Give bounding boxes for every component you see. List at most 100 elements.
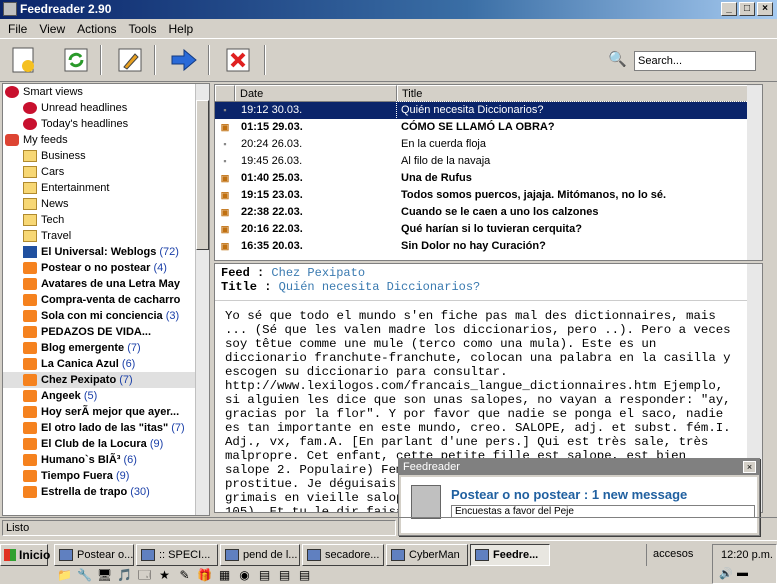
- tree-item[interactable]: News: [3, 196, 209, 212]
- refresh-button[interactable]: [58, 43, 94, 77]
- delete-icon: [226, 48, 250, 72]
- tree-item-label: Tech: [41, 214, 65, 226]
- window-icon[interactable]: 🗔: [136, 568, 153, 582]
- menu-file[interactable]: File: [2, 22, 33, 36]
- tree-scrollbar-thumb[interactable]: [196, 100, 209, 250]
- taskbar-button[interactable]: :: SPECI...: [136, 544, 218, 566]
- tree-item[interactable]: Compra-venta de cacharro: [3, 292, 209, 308]
- tree-item[interactable]: Cars: [3, 164, 209, 180]
- tree-item[interactable]: Travel: [3, 228, 209, 244]
- tree-item[interactable]: Estrella de trapo (30): [3, 484, 209, 500]
- headline-row[interactable]: ▣ 20:16 22.03. Qué harían si lo tuvieran c…: [215, 221, 762, 238]
- menu-help[interactable]: Help: [163, 22, 200, 36]
- tree-item[interactable]: El Universal: Weblogs (72): [3, 244, 209, 260]
- title-link[interactable]: Quién necesita Diccionarios?: [279, 280, 481, 294]
- folder-icon[interactable]: 📁: [56, 568, 73, 582]
- preview-header: Feed : Chez Pexipato Title : Quién neces…: [215, 264, 762, 296]
- doc-icon[interactable]: ▤: [296, 568, 313, 582]
- popup-close-button[interactable]: ×: [743, 461, 756, 473]
- tree-item[interactable]: My feeds: [3, 132, 209, 148]
- new-feed-button[interactable]: [6, 43, 42, 77]
- tree-scrollbar[interactable]: [195, 84, 209, 515]
- doc-icon[interactable]: ▤: [256, 568, 273, 582]
- taskbar-button[interactable]: CyberMan: [386, 544, 468, 566]
- taskbar-button[interactable]: pend de l...: [220, 544, 300, 566]
- app-icon[interactable]: 🖥: [96, 568, 113, 582]
- accesos-toolbar[interactable]: accesos: [646, 544, 710, 566]
- tree-item[interactable]: Today's headlines: [3, 116, 209, 132]
- tree-item[interactable]: Tech: [3, 212, 209, 228]
- maximize-button[interactable]: □: [739, 2, 755, 16]
- tree-item[interactable]: Hoy serÃ mejor que ayer...: [3, 404, 209, 420]
- tree-item[interactable]: Angeek (5): [3, 388, 209, 404]
- tree-item[interactable]: Unread headlines: [3, 100, 209, 116]
- excel-icon[interactable]: ▦: [216, 568, 233, 582]
- headline-row[interactable]: ▣ 16:35 20.03. Sin Dolor no hay Curación?: [215, 238, 762, 255]
- list-scrollbar[interactable]: [747, 85, 762, 260]
- network-icon[interactable]: ▬: [737, 567, 748, 579]
- tree-item[interactable]: Chez Pexipato (7): [3, 372, 209, 388]
- headline-row[interactable]: ▪ 19:12 30.03. Quién necesita Diccionarios…: [215, 101, 762, 120]
- tree-item[interactable]: Entertainment: [3, 180, 209, 196]
- taskbar-button[interactable]: Postear o...: [54, 544, 134, 566]
- tool-icon[interactable]: 🔧: [76, 568, 93, 582]
- column-icon[interactable]: [215, 85, 235, 101]
- tree-item[interactable]: Postear o no postear (4): [3, 260, 209, 276]
- browser-icon[interactable]: ◉: [236, 568, 253, 582]
- taskbar-button-label: CyberMan: [409, 549, 460, 561]
- tree-item[interactable]: Sola con mi conciencia (3): [3, 308, 209, 324]
- tree-item[interactable]: PEDAZOS DE VIDA...: [3, 324, 209, 340]
- tree-item[interactable]: La Canica Azul (6): [3, 356, 209, 372]
- taskbar-button[interactable]: secadore...: [302, 544, 384, 566]
- tree-item[interactable]: El otro lado de las "itas" (7): [3, 420, 209, 436]
- tree-item-label: Sola con mi conciencia: [41, 310, 163, 322]
- tree-item[interactable]: Tiempo Fuera (9): [3, 468, 209, 484]
- tree-item[interactable]: Humano`s BlÃ³ (6): [3, 452, 209, 468]
- minimize-button[interactable]: _: [721, 2, 737, 16]
- volume-icon[interactable]: 🔊: [719, 567, 733, 580]
- tree-item[interactable]: El Club de la Locura (9): [3, 436, 209, 452]
- media-icon[interactable]: 🎵: [116, 568, 133, 582]
- headline-list[interactable]: Date Title ▪ 19:12 30.03. Quién necesita D…: [214, 84, 763, 261]
- headline-row[interactable]: ▣ 19:15 23.03. Todos somos puercos, jajaja…: [215, 187, 762, 204]
- close-button[interactable]: ×: [757, 2, 773, 16]
- clock[interactable]: 12:20 p.m.: [721, 549, 773, 561]
- menu-actions[interactable]: Actions: [71, 22, 122, 36]
- tree-item[interactable]: Blog emergente (7): [3, 340, 209, 356]
- doc-icon[interactable]: ▤: [276, 568, 293, 582]
- headline-row[interactable]: ▣ 01:15 29.03. CÓMO SE LLAMÓ LA OBRA?: [215, 119, 762, 136]
- delete-button[interactable]: [220, 43, 256, 77]
- star-icon[interactable]: ★: [156, 568, 173, 582]
- smart-view-icon: [23, 102, 37, 115]
- tree-item[interactable]: Business: [3, 148, 209, 164]
- menu-tools[interactable]: Tools: [123, 22, 163, 36]
- headline-row[interactable]: ▪ 20:24 26.03. En la cuerda floja: [215, 136, 762, 153]
- feed-tree[interactable]: Smart views Unread headlines Today's headl…: [2, 83, 210, 516]
- unread-icon: ▣: [220, 173, 230, 183]
- tree-item-label: Humano`s BlÃ³: [41, 454, 121, 466]
- column-title[interactable]: Title: [397, 85, 762, 101]
- gift-icon[interactable]: 🎁: [196, 568, 213, 582]
- pen-icon[interactable]: ✎: [176, 568, 193, 582]
- popup-title[interactable]: Postear o no postear : 1 new message: [451, 487, 687, 502]
- go-button[interactable]: [166, 43, 202, 77]
- headline-row[interactable]: ▪ 19:45 26.03. Al filo de la navaja: [215, 153, 762, 170]
- headline-date: 22:38 22.03.: [241, 206, 303, 218]
- feed-link[interactable]: Chez Pexipato: [271, 266, 365, 280]
- read-icon: ▪: [223, 156, 227, 166]
- tree-item[interactable]: Smart views: [3, 84, 209, 100]
- headline-row[interactable]: ▣ 01:40 25.03. Una de Rufus: [215, 170, 762, 187]
- column-date[interactable]: Date: [235, 85, 397, 101]
- headline-date: 19:12 30.03.: [241, 104, 303, 116]
- search-input[interactable]: [634, 51, 756, 71]
- taskbar-app-icon: [141, 549, 155, 561]
- menu-view[interactable]: View: [33, 22, 71, 36]
- tree-item[interactable]: Avatares de una Letra May: [3, 276, 209, 292]
- headline-row[interactable]: ▣ 22:38 22.03. Cuando se le caen a uno los…: [215, 204, 762, 221]
- start-button[interactable]: Inicio: [0, 544, 50, 566]
- tree-item-label: El Universal: Weblogs: [41, 246, 157, 258]
- taskbar-button[interactable]: Feedre...: [470, 544, 550, 566]
- feeds-icon: [5, 134, 19, 147]
- window-titlebar[interactable]: Feedreader 2.90 _ □ ×: [0, 0, 777, 19]
- edit-button[interactable]: [112, 43, 148, 77]
